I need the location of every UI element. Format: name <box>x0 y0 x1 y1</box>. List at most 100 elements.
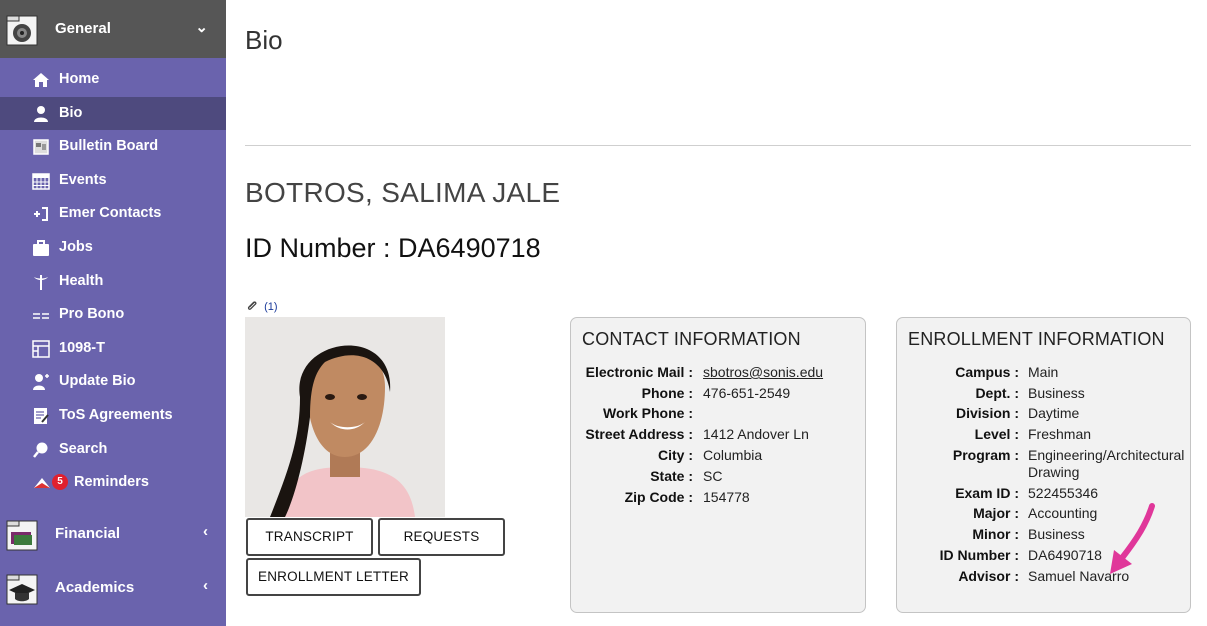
enrollment-field-label: Minor : <box>972 526 1019 542</box>
sidebar-item-tos-agreements[interactable]: ToS Agreements <box>0 399 226 432</box>
section-general-label: General <box>55 20 111 37</box>
sidebar-item-label: Search <box>59 441 108 457</box>
enrollment-field-label: Major : <box>973 505 1019 521</box>
enrollment-row: Division : Daytime <box>897 405 1192 423</box>
update-person-icon <box>33 374 49 390</box>
contact-panel-title: CONTACT INFORMATION <box>582 329 801 349</box>
sidebar-item-bulletin-board[interactable]: Bulletin Board <box>0 130 226 163</box>
sidebar-item-pro-bono[interactable]: Pro Bono <box>0 298 226 331</box>
enrollment-field-value: Engineering/Architectural <box>1028 447 1185 463</box>
contact-field-value: 1412 Andover Ln <box>703 426 809 442</box>
contact-row: Zip Code : 154778 <box>571 489 867 507</box>
sidebar-item-reminders[interactable]: 5 Reminders <box>0 466 226 499</box>
phone-link[interactable]: 476-651-2549 <box>703 385 790 401</box>
sidebar-item-label: Update Bio <box>59 373 136 389</box>
enrollment-row: Program : Engineering/Architectural Drawin… <box>897 447 1192 480</box>
student-photo-image <box>245 317 445 517</box>
sidebar-item-label: Jobs <box>59 239 93 255</box>
sidebar-item-label: Events <box>59 172 107 188</box>
caduceus-icon <box>34 275 48 290</box>
sidebar-item-update-bio[interactable]: Update Bio <box>0 365 226 398</box>
enrollment-field-label: Division : <box>955 405 1019 421</box>
sidebar-item-label: Home <box>59 71 100 87</box>
section-financial[interactable]: Financial ‹ <box>0 505 226 563</box>
sidebar-item-label: Emer Contacts <box>59 205 162 221</box>
enrollment-field-value: Freshman <box>1028 426 1092 442</box>
contact-information-panel: CONTACT INFORMATION Electronic Mail : sbo… <box>570 317 866 613</box>
contact-row: Street Address : 1412 Andover Ln <box>571 426 867 444</box>
contact-field-value: Columbia <box>703 447 763 463</box>
contact-field-label: Zip Code : <box>624 489 693 505</box>
contact-field-value: SC <box>703 468 723 484</box>
sidebar-item-events[interactable]: Events <box>0 164 226 197</box>
sidebar-item-emer-contacts[interactable]: Emer Contacts <box>0 197 226 230</box>
enrollment-field-value: Business <box>1028 385 1085 401</box>
enrollment-field-label: Program : <box>952 447 1019 463</box>
contact-row: State : SC <box>571 468 867 486</box>
sidebar-item-label: Bulletin Board <box>59 138 159 154</box>
contact-field-label: Street Address : <box>585 426 693 442</box>
contact-field-label: Work Phone : <box>603 405 693 421</box>
enrollment-row: Dept. : Business <box>897 385 1192 403</box>
enrollment-field-label: Level : <box>974 426 1019 442</box>
transcript-button[interactable]: TRANSCRIPT <box>246 518 373 556</box>
sidebar-item-health[interactable]: Health <box>0 265 226 298</box>
contact-field-label: State : <box>650 468 693 484</box>
enrollment-field-value: Main <box>1028 364 1059 380</box>
sidebar-item-label: 1098-T <box>59 340 105 356</box>
contact-row: Work Phone : <box>571 405 867 423</box>
sidebar-item-label: Bio <box>59 105 83 121</box>
sidebar-item-1098-t[interactable]: 1098-T <box>0 332 226 365</box>
enrollment-row: Campus : Main <box>897 364 1192 382</box>
contact-field-label: City : <box>658 447 693 463</box>
attachments-count[interactable]: (1) <box>264 301 277 313</box>
financial-folder-icon <box>6 520 38 551</box>
sidebar-item-label: Reminders <box>74 474 149 490</box>
section-academics[interactable]: Academics ‹ <box>0 559 226 617</box>
email-link[interactable]: sbotros@sonis.edu <box>703 364 823 380</box>
sidebar-item-bio[interactable]: Bio <box>0 97 226 130</box>
reminder-icon <box>34 478 50 488</box>
student-photo <box>245 317 445 517</box>
divider <box>245 145 1191 146</box>
sidebar: General ⌄ Home Bio Bulletin Board Events <box>0 0 226 626</box>
home-icon <box>33 73 49 87</box>
contact-field-label: Phone : <box>641 385 693 401</box>
contact-field-label: Electronic Mail : <box>585 364 693 380</box>
enrollment-field-label: Campus : <box>955 364 1019 380</box>
enrollment-field-label: Dept. : <box>975 385 1019 401</box>
enrollment-field-label: ID Number : <box>939 547 1019 563</box>
enrollment-field-label: Exam ID : <box>955 485 1019 501</box>
section-general[interactable]: General ⌄ <box>0 0 226 58</box>
page-title: Bio <box>245 25 283 55</box>
general-folder-icon <box>6 15 38 46</box>
sidebar-item-label: Health <box>59 273 104 289</box>
pro-bono-icon <box>33 313 49 319</box>
annotation-arrow-icon <box>1110 503 1155 574</box>
emergency-contact-icon <box>34 207 48 221</box>
sidebar-item-label: Pro Bono <box>59 306 125 322</box>
academics-folder-icon <box>6 574 38 605</box>
bulletin-icon <box>33 139 49 155</box>
paperclip-icon <box>247 301 257 310</box>
enrollment-field-value: DA6490718 <box>1028 547 1102 563</box>
sidebar-item-search[interactable]: Search <box>0 433 226 466</box>
enrollment-field-value-continued: Drawing <box>1028 464 1080 480</box>
section-academics-label: Academics <box>55 579 135 596</box>
contact-row: City : Columbia <box>571 447 867 465</box>
requests-button[interactable]: REQUESTS <box>378 518 505 556</box>
section-financial-label: Financial <box>55 525 121 542</box>
chevron-left-icon: ‹ <box>203 523 208 540</box>
enrollment-panel-title: ENROLLMENT INFORMATION <box>908 329 1165 349</box>
calendar-icon <box>32 173 50 190</box>
attachments-link[interactable]: (1) <box>246 300 278 313</box>
enrollment-field-label: Advisor : <box>958 568 1019 584</box>
sidebar-item-jobs[interactable]: Jobs <box>0 231 226 264</box>
person-icon <box>34 106 48 122</box>
enrollment-field-value: Accounting <box>1028 505 1098 521</box>
briefcase-icon <box>33 240 49 256</box>
sidebar-item-home[interactable]: Home <box>0 63 226 96</box>
enrollment-letter-button[interactable]: ENROLLMENT LETTER <box>246 558 421 596</box>
reminders-count-badge: 5 <box>52 474 68 490</box>
chevron-down-icon: ⌄ <box>195 19 208 36</box>
